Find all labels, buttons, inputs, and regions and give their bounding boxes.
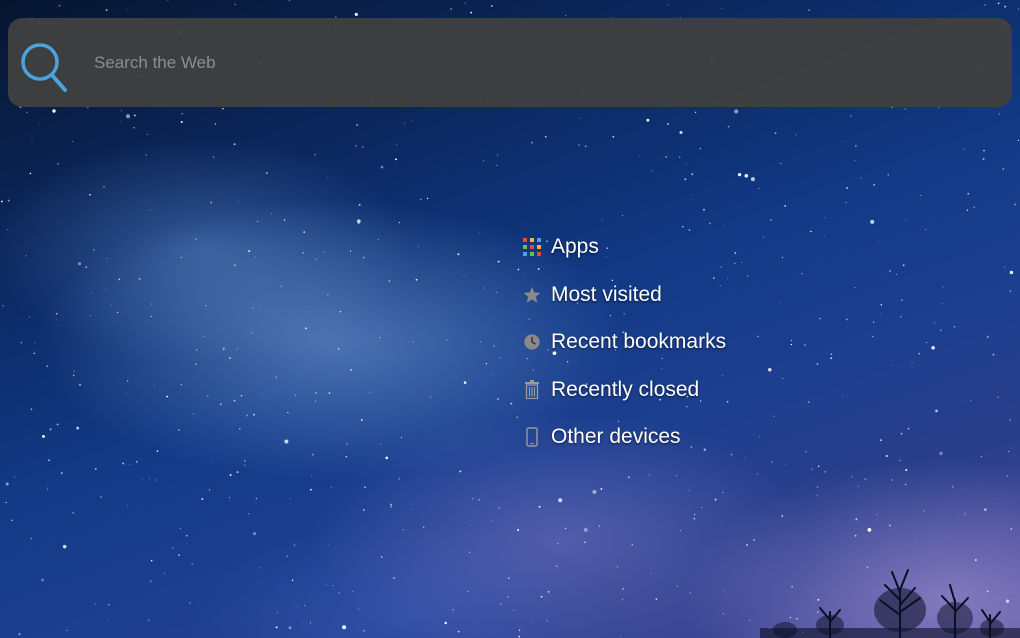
menu-item-label: Other devices [551,425,681,448]
menu-item-label: Recent bookmarks [551,330,727,353]
search-bar[interactable] [8,18,1012,107]
menu-item-recent-bookmarks[interactable]: Recent bookmarks [522,327,726,357]
menu-item-apps[interactable]: Apps [522,232,726,262]
quick-links-menu: Apps Most visited Recent bookmarks Recen… [522,232,726,470]
menu-item-label: Most visited [551,282,662,306]
apps-grid-icon [522,237,542,257]
menu-item-label: Apps [551,235,599,258]
search-icon[interactable] [18,40,70,96]
menu-item-recently-closed[interactable]: Recently closed [522,375,726,405]
search-input[interactable] [94,50,994,76]
star-icon [522,285,542,305]
menu-item-most-visited[interactable]: Most visited [522,280,726,310]
mobile-device-icon [522,427,542,447]
trash-icon [522,380,542,400]
menu-item-other-devices[interactable]: Other devices [522,422,726,452]
new-tab-page: Apps Most visited Recent bookmarks [0,0,1020,638]
menu-item-label: Recently closed [551,377,700,401]
clock-icon [522,332,542,352]
